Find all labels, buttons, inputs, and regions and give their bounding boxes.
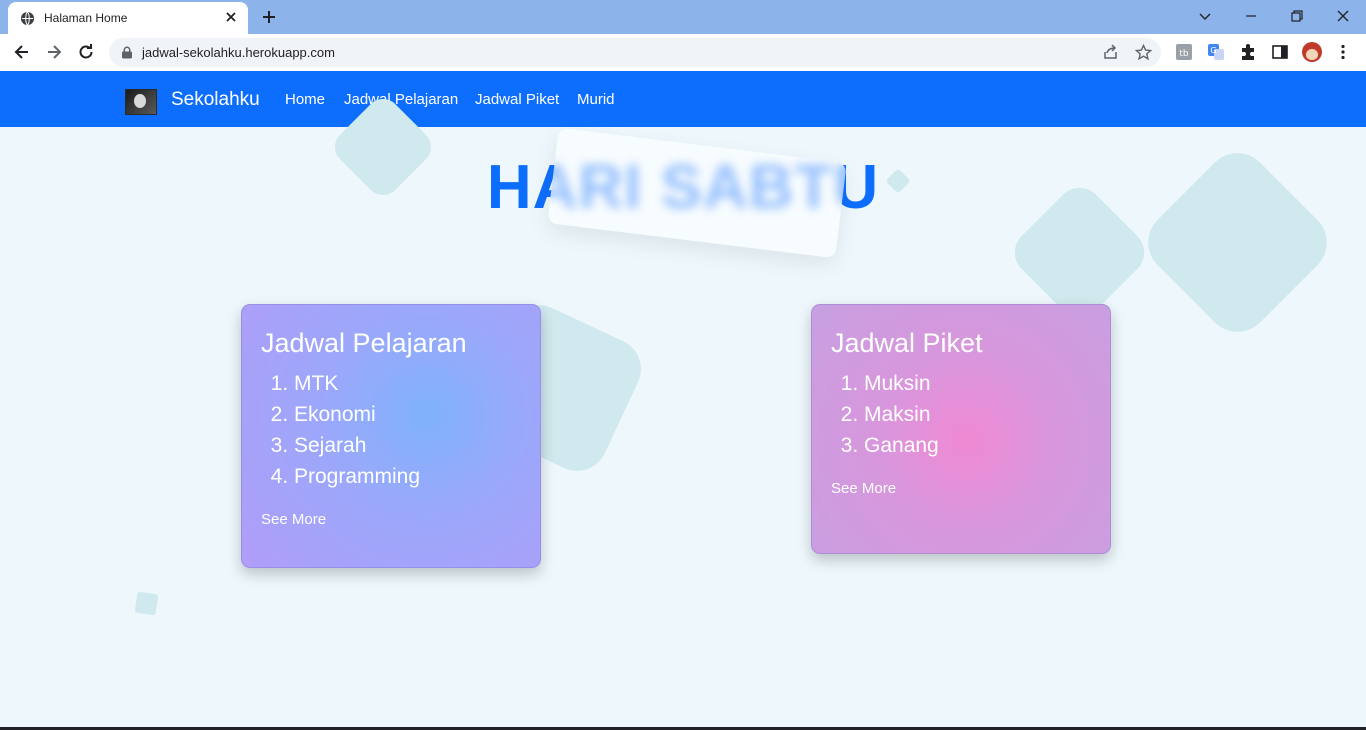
- list-item: Ekonomi: [294, 399, 420, 430]
- globe-icon: [20, 11, 35, 26]
- brand-name[interactable]: Sekolahku: [171, 89, 260, 111]
- list-item: MTK: [294, 368, 420, 399]
- svg-text:tb: tb: [1179, 49, 1189, 59]
- nav-link-jadwal-piket[interactable]: Jadwal Piket: [475, 91, 559, 108]
- list-item: Sejarah: [294, 430, 420, 461]
- see-more-link[interactable]: See More: [261, 511, 326, 528]
- profile-avatar[interactable]: [1302, 42, 1322, 62]
- decorative-shape: [134, 591, 159, 616]
- restore-icon[interactable]: [1289, 8, 1305, 24]
- url-text[interactable]: jadwal-sekolahku.herokuapp.com: [142, 45, 335, 60]
- chevron-down-icon[interactable]: [1197, 8, 1213, 24]
- share-icon[interactable]: [1102, 44, 1119, 61]
- glass-overlay: [547, 127, 847, 259]
- side-panel-icon[interactable]: [1271, 43, 1289, 61]
- see-more-link[interactable]: See More: [831, 480, 896, 497]
- card-jadwal-piket: Jadwal Piket Muksin Maksin Ganang See Mo…: [811, 304, 1111, 554]
- browser-tab[interactable]: Halaman Home: [8, 2, 248, 34]
- card-title: Jadwal Piket: [831, 328, 983, 358]
- card-title: Jadwal Pelajaran: [261, 328, 467, 358]
- browser-tab-bar: Halaman Home: [0, 0, 1366, 34]
- card-jadwal-pelajaran: Jadwal Pelajaran MTK Ekonomi Sejarah Pro…: [241, 304, 541, 568]
- nav-link-home[interactable]: Home: [285, 91, 325, 108]
- reload-icon[interactable]: [77, 43, 95, 61]
- duty-list: Muksin Maksin Ganang: [864, 368, 939, 461]
- more-menu-icon[interactable]: [1334, 43, 1352, 61]
- translate-icon[interactable]: G: [1207, 43, 1225, 61]
- browser-toolbar: jadwal-sekolahku.herokuapp.com tb G: [0, 34, 1366, 71]
- lock-icon[interactable]: [121, 46, 133, 59]
- subject-list: MTK Ekonomi Sejarah Programming: [294, 368, 420, 492]
- back-icon[interactable]: [13, 43, 31, 61]
- site-navbar: Sekolahku Home Jadwal Pelajaran Jadwal P…: [0, 71, 1366, 127]
- extensions-puzzle-icon[interactable]: [1239, 43, 1257, 61]
- new-tab-icon[interactable]: [261, 9, 277, 25]
- list-item: Programming: [294, 461, 420, 492]
- minimize-icon[interactable]: [1243, 8, 1259, 24]
- nav-link-jadwal-pelajaran[interactable]: Jadwal Pelajaran: [344, 91, 458, 108]
- list-item: Ganang: [864, 430, 939, 461]
- bookmark-star-icon[interactable]: [1135, 44, 1152, 61]
- svg-text:G: G: [1210, 46, 1216, 55]
- list-item: Muksin: [864, 368, 939, 399]
- forward-icon[interactable]: [45, 43, 63, 61]
- extension-tb-icon[interactable]: tb: [1175, 43, 1193, 61]
- window-close-icon[interactable]: [1335, 8, 1351, 24]
- list-item: Maksin: [864, 399, 939, 430]
- close-icon[interactable]: [224, 10, 238, 24]
- address-bar[interactable]: jadwal-sekolahku.herokuapp.com: [109, 38, 1161, 67]
- brand-logo[interactable]: [125, 89, 157, 115]
- nav-link-murid[interactable]: Murid: [577, 91, 615, 108]
- tab-title: Halaman Home: [44, 11, 128, 25]
